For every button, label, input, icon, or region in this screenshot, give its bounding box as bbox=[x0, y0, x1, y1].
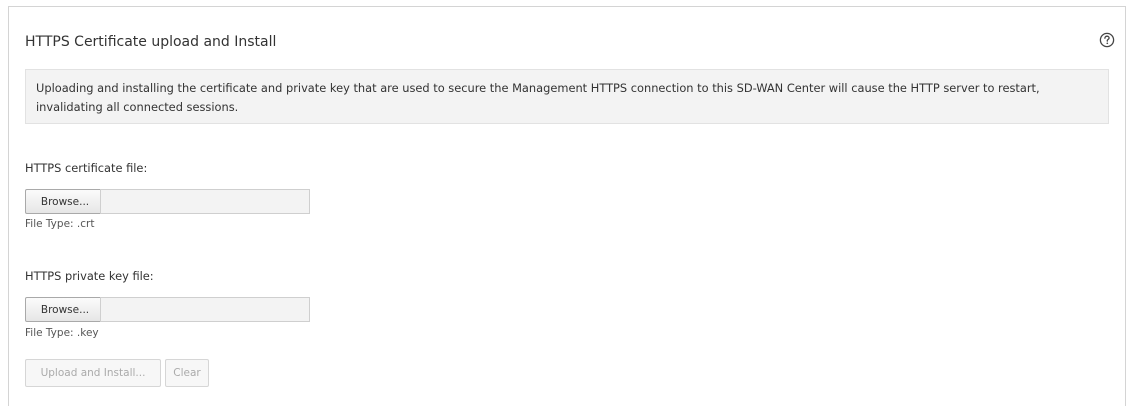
certificate-file-type: File Type: .crt bbox=[25, 218, 95, 230]
private-key-file-field[interactable] bbox=[100, 297, 310, 322]
private-key-file-type: File Type: .key bbox=[25, 327, 99, 339]
warning-notice: Uploading and installing the certificate… bbox=[25, 69, 1109, 124]
certificate-file-label: HTTPS certificate file: bbox=[25, 161, 148, 175]
certificate-upload-panel: HTTPS Certificate upload and Install Upl… bbox=[8, 6, 1126, 406]
help-circle-icon[interactable] bbox=[1099, 32, 1115, 48]
upload-and-install-button[interactable]: Upload and Install... bbox=[25, 359, 161, 387]
section-title: HTTPS Certificate upload and Install bbox=[25, 34, 277, 50]
certificate-browse-button[interactable]: Browse... bbox=[25, 189, 105, 214]
certificate-file-field[interactable] bbox=[100, 189, 310, 214]
clear-button[interactable]: Clear bbox=[165, 359, 209, 387]
private-key-file-label: HTTPS private key file: bbox=[25, 269, 154, 283]
private-key-browse-button[interactable]: Browse... bbox=[25, 297, 105, 322]
